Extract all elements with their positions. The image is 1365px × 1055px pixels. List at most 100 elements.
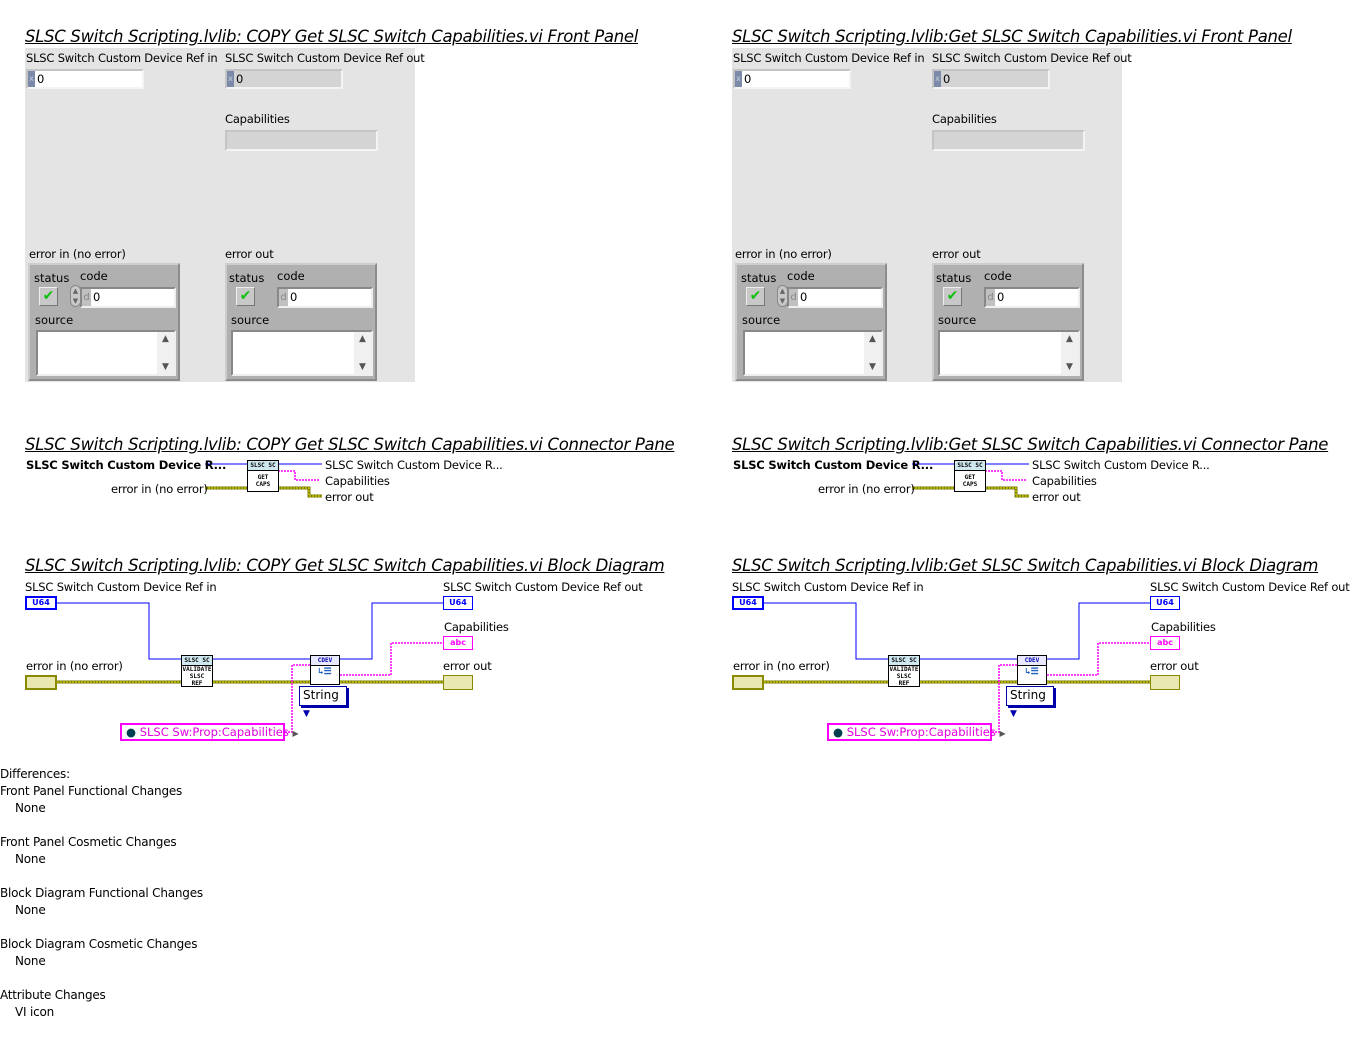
arrow-right-icon: ▶	[292, 729, 299, 738]
type-selector[interactable]: String ▼	[299, 686, 347, 719]
capabilities-label: Capabilities	[225, 112, 290, 126]
cp-ref-out-label: SLSC Switch Custom Device R...	[325, 458, 503, 472]
capabilities-indicator	[932, 130, 1085, 151]
ref-in-terminal[interactable]: U64	[25, 596, 57, 610]
source-scrollbar[interactable]: ▲ ▼	[864, 332, 881, 374]
ref-in-control[interactable]: x 0	[733, 69, 851, 89]
status-checkmark-icon: ✔	[943, 287, 962, 306]
cp-capabilities-label: Capabilities	[325, 474, 390, 488]
scroll-down-icon[interactable]: ▼	[157, 362, 174, 372]
status-label: status	[936, 271, 972, 285]
differences-heading: Differences:	[0, 767, 70, 781]
code-label: code	[787, 269, 815, 283]
cp-ref-in-label: SLSC Switch Custom Device R...	[26, 458, 227, 472]
connector-pane: SLSC Switch Custom Device R... error in …	[0, 455, 700, 515]
icon-text-2: CAPS	[255, 481, 271, 488]
cp-error-out-label: error out	[325, 490, 374, 504]
diff-title: Front Panel Functional Changes	[0, 784, 183, 798]
status-label: status	[34, 271, 70, 285]
property-list-icon: ↳☰	[318, 667, 332, 677]
ref-out-terminal[interactable]: U64	[1150, 596, 1180, 610]
ref-in-value: 0	[744, 72, 752, 86]
globe-icon: ●	[833, 725, 844, 739]
bd-ref-in-label: SLSC Switch Custom Device Ref in	[25, 580, 217, 594]
diff-value: VI icon	[15, 1005, 55, 1019]
icon-text-2: SLSC	[896, 673, 912, 680]
error-out-terminal[interactable]	[443, 675, 473, 690]
status-label: status	[229, 271, 265, 285]
icon-text-1: GET	[257, 474, 269, 481]
ref-in-terminal[interactable]: U64	[732, 596, 764, 610]
ref-out-label: SLSC Switch Custom Device Ref out	[932, 51, 1132, 65]
radix-indicator: x	[735, 71, 742, 87]
capabilities-terminal[interactable]: abc	[1150, 636, 1180, 650]
diff-value: None	[15, 954, 46, 968]
source-scrollbar[interactable]: ▲ ▼	[157, 332, 174, 374]
cp-ref-in-label: SLSC Switch Custom Device R...	[733, 458, 934, 472]
source-label: source	[231, 313, 270, 327]
property-list-icon: ↳☰	[1025, 667, 1039, 677]
scroll-down-icon[interactable]: ▼	[1061, 362, 1078, 372]
scroll-down-icon[interactable]: ▼	[354, 362, 371, 372]
get-caps-vi-icon[interactable]: SLSC SC GET CAPS	[954, 460, 986, 492]
code-field[interactable]: d 0	[787, 287, 883, 308]
icon-text-1: VALIDATE	[889, 666, 919, 673]
differences-section: Differences: Front Panel Functional Chan…	[0, 766, 203, 1021]
ref-in-control[interactable]: x 0	[26, 69, 144, 89]
ref-out-terminal[interactable]: U64	[443, 596, 473, 610]
source-field: ▲ ▼	[231, 330, 373, 376]
ref-in-label: SLSC Switch Custom Device Ref in	[733, 51, 925, 65]
icon-header: SLSC SC	[248, 461, 278, 471]
ref-out-value: 0	[236, 72, 244, 86]
code-field: d 0	[984, 287, 1080, 308]
cdev-property-node[interactable]: CDEV ↳☰	[1017, 655, 1047, 685]
bd-error-out-label: error out	[443, 659, 492, 673]
get-caps-vi-icon[interactable]: SLSC SC GET CAPS	[247, 460, 279, 492]
scroll-up-icon[interactable]: ▲	[1061, 334, 1078, 344]
scroll-up-icon[interactable]: ▲	[864, 334, 881, 344]
error-in-terminal[interactable]	[732, 675, 764, 690]
scroll-down-icon[interactable]: ▼	[864, 362, 881, 372]
icon-header: SLSC SC	[182, 656, 212, 666]
cp-ref-out-label: SLSC Switch Custom Device R...	[1032, 458, 1210, 472]
capabilities-terminal[interactable]: abc	[443, 636, 473, 650]
error-out-label: error out	[225, 247, 274, 261]
code-radix: d	[82, 289, 91, 306]
connector-pane-title: SLSC Switch Scripting.lvlib: COPY Get SL…	[25, 435, 675, 454]
front-panel: SLSC Switch Custom Device Ref in x 0 SLS…	[732, 48, 1132, 382]
property-constant-value: SLSC Sw:Prop:Capabilities	[846, 725, 996, 739]
code-value: 0	[93, 290, 101, 304]
code-value: 0	[997, 290, 1005, 304]
diff-value: None	[15, 903, 46, 917]
type-selector-value: String	[1010, 688, 1046, 702]
status-label: status	[741, 271, 777, 285]
error-in-terminal[interactable]	[25, 675, 57, 690]
source-scrollbar[interactable]: ▲ ▼	[354, 332, 371, 374]
diff-title: Block Diagram Cosmetic Changes	[0, 937, 198, 951]
cdev-property-node[interactable]: CDEV ↳☰	[310, 655, 340, 685]
source-scrollbar[interactable]: ▲ ▼	[1061, 332, 1078, 374]
scroll-up-icon[interactable]: ▲	[157, 334, 174, 344]
validate-ref-subvi[interactable]: SLSC SC VALIDATE SLSC REF	[181, 655, 213, 687]
scroll-up-icon[interactable]: ▲	[354, 334, 371, 344]
code-field: d 0	[277, 287, 373, 308]
status-checkmark-icon[interactable]: ✔	[39, 287, 58, 306]
type-selector[interactable]: String ▼	[1006, 686, 1054, 719]
error-out-terminal[interactable]	[1150, 675, 1180, 690]
ref-in-value: 0	[37, 72, 45, 86]
property-constant[interactable]: ● SLSC Sw:Prop:Capabilities ▶	[827, 723, 1006, 741]
source-field[interactable]: ▲ ▼	[36, 330, 176, 376]
icon-header: SLSC SC	[889, 656, 919, 666]
chevron-down-icon: ▼	[303, 709, 310, 719]
validate-ref-subvi[interactable]: SLSC SC VALIDATE SLSC REF	[888, 655, 920, 687]
front-panel-title: SLSC Switch Scripting.lvlib:Get SLSC Swi…	[732, 27, 1292, 46]
capabilities-indicator	[225, 130, 378, 151]
cp-capabilities-label: Capabilities	[1032, 474, 1097, 488]
status-checkmark-icon[interactable]: ✔	[746, 287, 765, 306]
cp-error-in-label: error in (no error)	[111, 482, 208, 496]
code-field[interactable]: d 0	[80, 287, 176, 308]
source-field[interactable]: ▲ ▼	[743, 330, 883, 376]
bd-ref-out-label: SLSC Switch Custom Device Ref out	[1150, 580, 1350, 594]
property-constant[interactable]: ● SLSC Sw:Prop:Capabilities ▶	[120, 723, 299, 741]
ref-out-value: 0	[943, 72, 951, 86]
